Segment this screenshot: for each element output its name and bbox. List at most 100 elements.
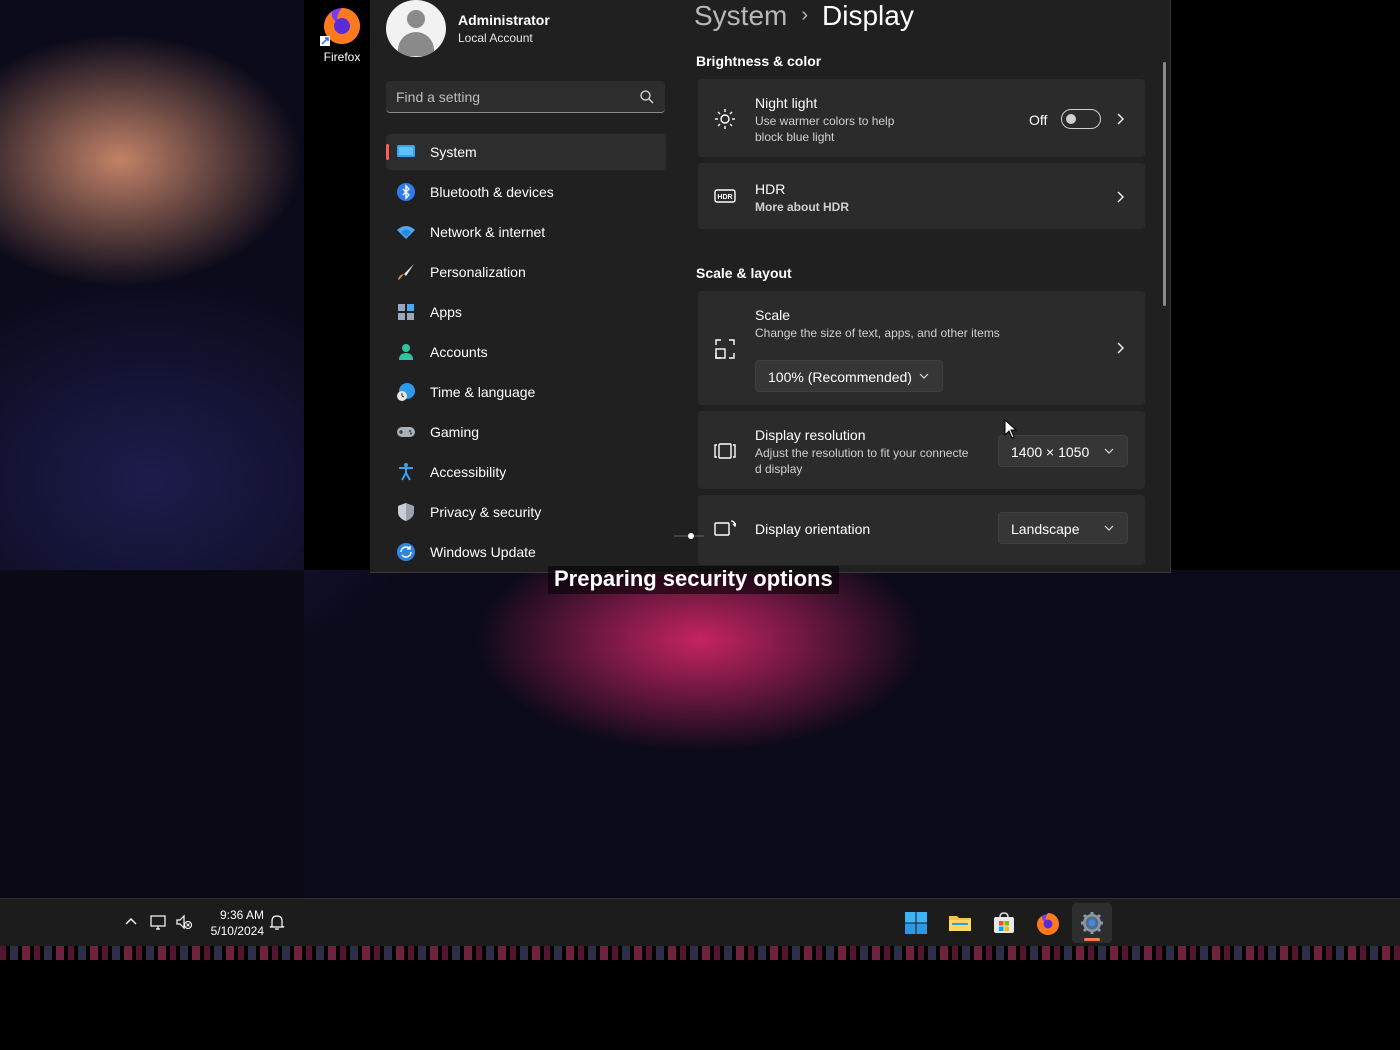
svg-text:HDR: HDR: [717, 194, 732, 201]
system-clock[interactable]: 9:36 AM 5/10/2024: [206, 907, 264, 939]
resolution-card: Display resolution Adjust the resolution…: [698, 411, 1145, 489]
orientation-dropdown[interactable]: Landscape: [998, 512, 1128, 544]
orientation-card: Display orientation Landscape: [698, 495, 1145, 565]
windows-start-icon: [905, 912, 927, 934]
sidebar-item-label: Apps: [430, 304, 462, 320]
wifi-icon: [397, 226, 415, 239]
scale-card[interactable]: Scale Change the size of text, apps, and…: [698, 291, 1145, 405]
avatar: [386, 0, 446, 57]
chevron-right-icon[interactable]: [1112, 340, 1128, 356]
sidebar-item-accounts[interactable]: Accounts: [386, 334, 666, 370]
sidebar-item-privacy[interactable]: Privacy & security: [386, 494, 666, 530]
sidebar-item-bluetooth[interactable]: Bluetooth & devices: [386, 174, 666, 210]
sidebar-item-label: Gaming: [430, 424, 480, 440]
sidebar-item-label: Windows Update: [430, 544, 536, 560]
night-light-title: Night light: [755, 95, 818, 111]
clock-date: 5/10/2024: [210, 924, 264, 938]
resolution-title: Display resolution: [755, 427, 866, 443]
taskbar-start-button[interactable]: [896, 903, 936, 943]
sidebar-item-system[interactable]: System: [386, 134, 666, 170]
sidebar-item-label: Bluetooth & devices: [430, 184, 554, 200]
search-icon[interactable]: [639, 89, 655, 105]
desktop-icon-firefox[interactable]: Firefox: [312, 0, 372, 68]
night-light-card[interactable]: Night light Use warmer colors to help bl…: [698, 79, 1145, 157]
chevron-down-icon: [919, 373, 929, 379]
clock-time: 9:36 AM: [219, 908, 264, 922]
sidebar-item-apps[interactable]: Apps: [386, 294, 666, 330]
folder-icon: [949, 916, 971, 931]
sidebar-item-label: Time & language: [430, 384, 536, 400]
sidebar-item-personalization[interactable]: Personalization: [386, 254, 666, 290]
gamepad-icon: [397, 427, 415, 437]
night-light-toggle[interactable]: [1061, 109, 1101, 129]
chevron-right-icon: ›: [801, 4, 809, 26]
sidebar-item-gaming[interactable]: Gaming: [386, 414, 666, 450]
taskbar-firefox[interactable]: [1028, 903, 1068, 943]
notification-icon[interactable]: [268, 913, 286, 931]
scale-icon: [715, 339, 735, 359]
scale-value: 100% (Recommended): [768, 369, 912, 385]
update-icon: [397, 543, 415, 561]
hdr-link[interactable]: More about HDR: [755, 199, 849, 215]
sidebar-item-label: System: [430, 144, 477, 160]
scale-title: Scale: [755, 307, 791, 323]
user-name: Administrator: [458, 12, 550, 28]
chevron-right-icon[interactable]: [1112, 111, 1128, 127]
bluetooth-icon: [397, 183, 415, 201]
system-icon: [397, 145, 415, 157]
breadcrumb: System › Display: [694, 0, 914, 34]
resolution-desc: Adjust the resolution to fit your connec…: [755, 445, 985, 477]
accessibility-icon: [399, 463, 413, 481]
display-network-icon[interactable]: [150, 913, 168, 931]
sidebar-item-label: Privacy & security: [430, 504, 542, 520]
hdr-title: HDR: [755, 181, 786, 197]
sidebar-item-time-language[interactable]: Time & language: [386, 374, 666, 410]
screen-black-region: [0, 960, 1400, 1050]
active-indicator: [386, 144, 389, 160]
display-glitch-band: [0, 946, 1400, 960]
firefox-icon: [1037, 913, 1059, 935]
sidebar-nav: System Bluetooth & devices Network & int…: [386, 134, 666, 572]
page-title: Display: [822, 0, 914, 31]
scale-dropdown[interactable]: 100% (Recommended): [755, 360, 943, 392]
breadcrumb-system[interactable]: System: [694, 0, 787, 31]
toggle-knob: [1066, 114, 1076, 124]
resolution-dropdown[interactable]: 1400 × 1050: [998, 435, 1128, 467]
night-light-state: Off: [1029, 112, 1048, 128]
orientation-icon: [714, 520, 736, 536]
sidebar-item-label: Personalization: [430, 264, 526, 280]
scrollbar[interactable]: [1163, 62, 1166, 306]
scale-desc: Change the size of text, apps, and other…: [755, 326, 1000, 340]
brush-icon: [398, 264, 414, 280]
mouse-cursor-icon: [1004, 419, 1018, 439]
slider-handle[interactable]: [674, 531, 704, 541]
hdr-card[interactable]: HDR HDR More about HDR: [698, 163, 1145, 229]
accounts-icon: [399, 344, 413, 360]
wallpaper-dark-strip: [0, 570, 304, 898]
brightness-icon: [715, 109, 735, 129]
sidebar-item-label: Accounts: [430, 344, 488, 360]
sidebar-item-network[interactable]: Network & internet: [386, 214, 666, 250]
taskbar-settings[interactable]: [1072, 903, 1112, 943]
sidebar-item-label: Accessibility: [430, 464, 507, 480]
speaker-muted-icon[interactable]: [175, 913, 193, 931]
sidebar-item-windows-update[interactable]: Windows Update: [386, 534, 666, 570]
search-input[interactable]: [396, 87, 626, 107]
chevron-down-icon: [1104, 525, 1114, 531]
search-box[interactable]: [386, 81, 665, 113]
sidebar-item-accessibility[interactable]: Accessibility: [386, 454, 666, 490]
user-profile[interactable]: Administrator Local Account: [386, 0, 686, 60]
chevron-down-icon: [1104, 448, 1114, 454]
firefox-icon: [320, 8, 360, 46]
sidebar-item-label: Network & internet: [430, 224, 546, 240]
orientation-title: Display orientation: [755, 521, 871, 537]
chevron-right-icon[interactable]: [1112, 189, 1128, 205]
resolution-value: 1400 × 1050: [1011, 444, 1090, 460]
taskbar-file-explorer[interactable]: [940, 903, 980, 943]
apps-icon: [398, 304, 414, 320]
store-icon: [994, 912, 1014, 933]
taskbar-store[interactable]: [984, 903, 1024, 943]
section-title-brightness: Brightness & color: [696, 53, 822, 69]
settings-window: Administrator Local Account System Bluet…: [370, 0, 1171, 573]
chevron-up-icon[interactable]: [122, 913, 140, 931]
